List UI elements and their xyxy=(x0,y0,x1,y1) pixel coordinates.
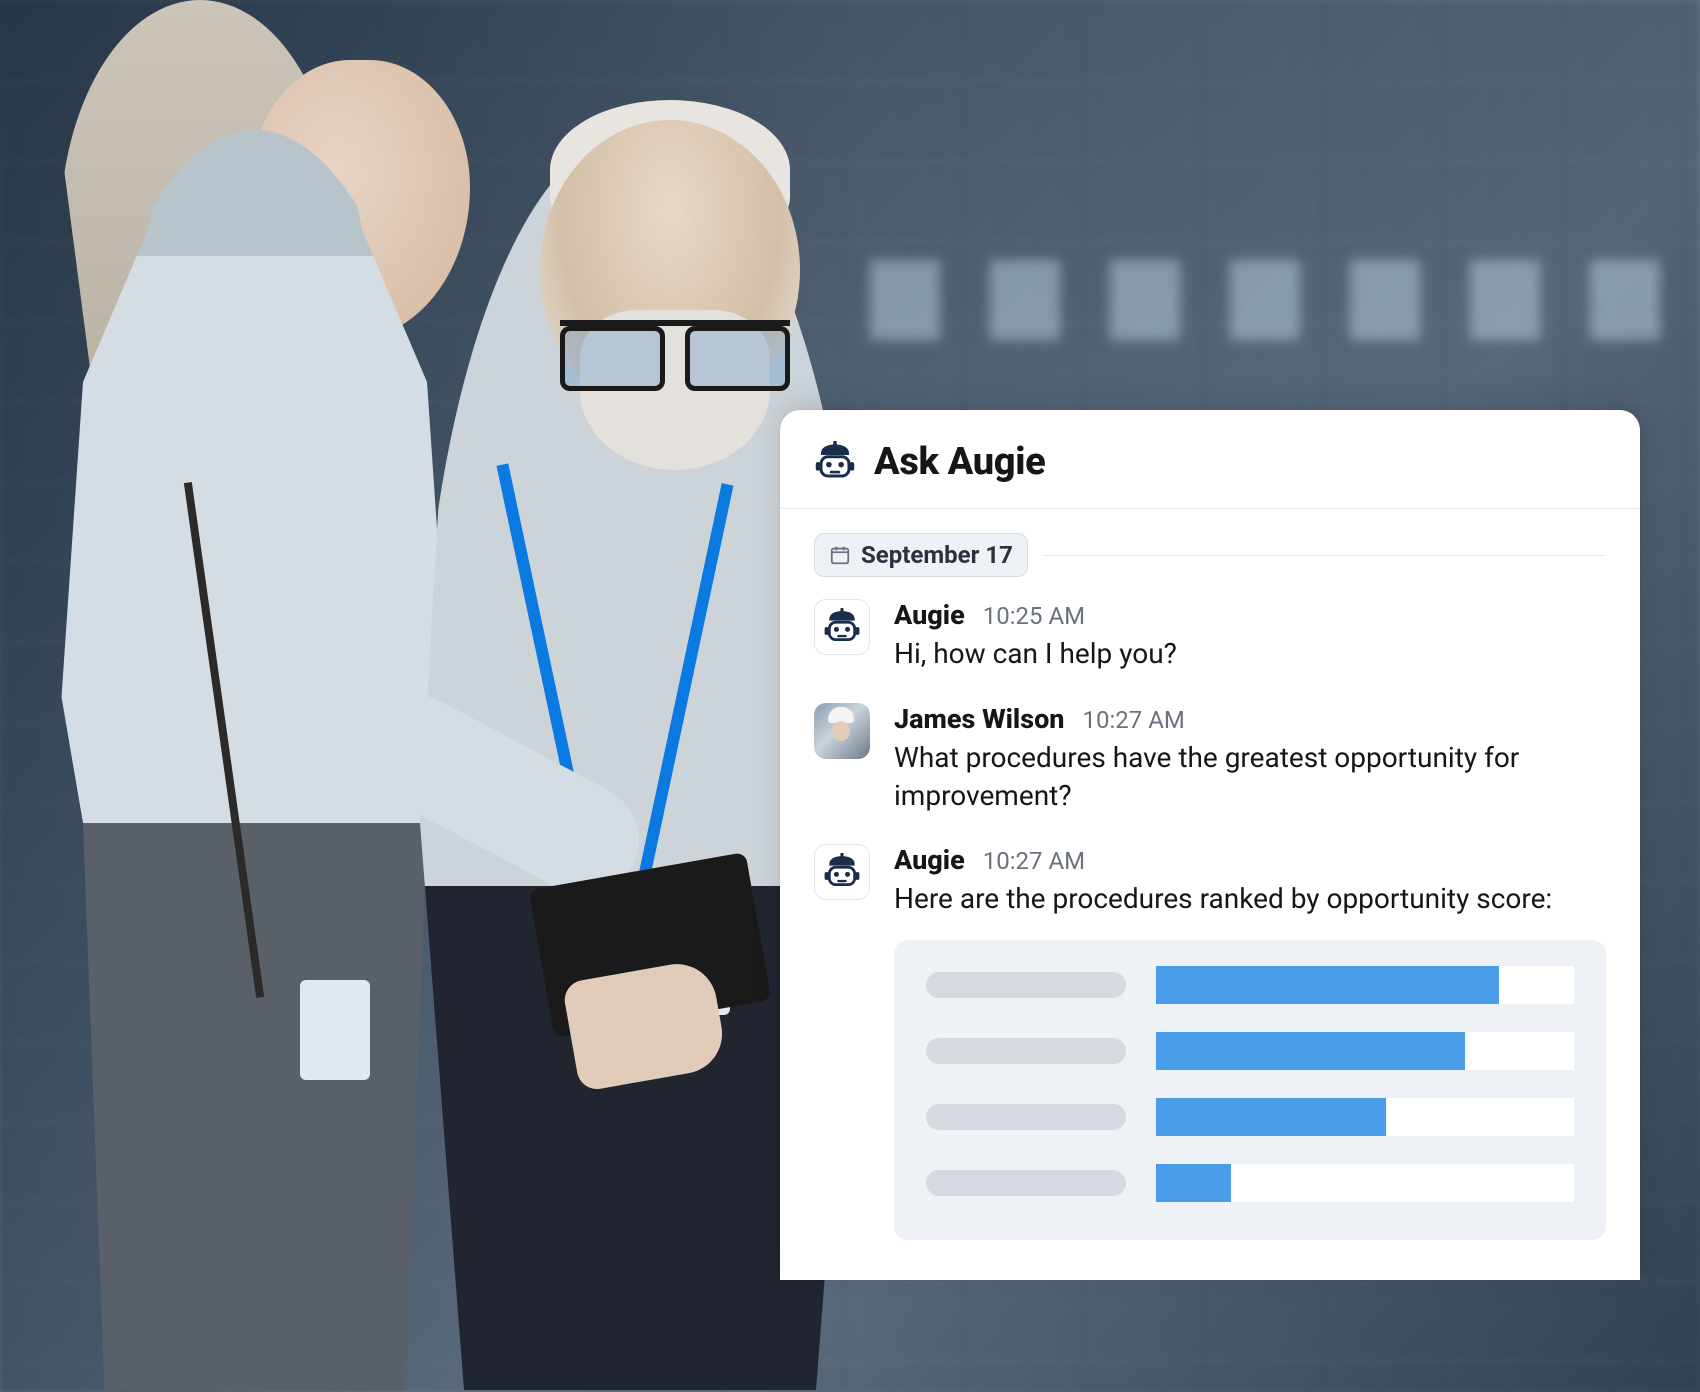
panel-title: Ask Augie xyxy=(874,440,1045,484)
message-sender: Augie xyxy=(894,844,965,876)
date-separator-row: September 17 xyxy=(780,509,1640,587)
augie-avatar-icon xyxy=(814,599,870,655)
date-label: September 17 xyxy=(861,541,1013,569)
date-chip[interactable]: September 17 xyxy=(814,533,1028,577)
message-time: 10:27 AM xyxy=(1082,706,1184,734)
chart-bar-fill xyxy=(1156,1164,1231,1202)
message-meta: Augie 10:27 AM xyxy=(894,844,1606,876)
message-list: Augie 10:25 AM Hi, how can I help you? Jame… xyxy=(780,587,1640,1240)
chart-bar-fill xyxy=(1156,1098,1386,1136)
message-text: Hi, how can I help you? xyxy=(894,635,1606,673)
chat-panel: Ask Augie September 17 Augie 10:25 AM Hi, … xyxy=(780,410,1640,1280)
augie-logo-icon xyxy=(814,441,856,483)
message-meta: James Wilson 10:27 AM xyxy=(894,703,1606,735)
chart-bar-track xyxy=(1156,966,1574,1004)
message-body: James Wilson 10:27 AM What procedures have… xyxy=(894,703,1606,815)
message-sender: Augie xyxy=(894,599,965,631)
panel-header: Ask Augie xyxy=(780,410,1640,509)
message-sender: James Wilson xyxy=(894,703,1064,735)
chart-card xyxy=(894,940,1606,1240)
user-avatar xyxy=(814,703,870,759)
chart-label-placeholder xyxy=(926,972,1126,998)
chart-bar-track xyxy=(1156,1032,1574,1070)
bg-ceiling-lights xyxy=(870,260,1700,340)
chart-label-placeholder xyxy=(926,1104,1126,1130)
chart-row xyxy=(926,1032,1574,1070)
date-rule xyxy=(1042,555,1606,556)
message-row: James Wilson 10:27 AM What procedures have… xyxy=(814,703,1606,815)
chart-bar-track xyxy=(1156,1164,1574,1202)
chart-bar-track xyxy=(1156,1098,1574,1136)
chart-label-placeholder xyxy=(926,1170,1126,1196)
chart-row xyxy=(926,966,1574,1004)
chart-row xyxy=(926,1164,1574,1202)
message-meta: Augie 10:25 AM xyxy=(894,599,1606,631)
chart-bar-fill xyxy=(1156,1032,1465,1070)
chart-row xyxy=(926,1098,1574,1136)
message-text: Here are the procedures ranked by opport… xyxy=(894,880,1606,918)
message-row: Augie 10:25 AM Hi, how can I help you? xyxy=(814,599,1606,673)
chart-label-placeholder xyxy=(926,1038,1126,1064)
message-time: 10:27 AM xyxy=(983,847,1085,875)
augie-avatar-icon xyxy=(814,844,870,900)
message-body: Augie 10:27 AM Here are the procedures ran… xyxy=(894,844,1606,1240)
photo-person-2-glasses xyxy=(560,320,790,375)
message-row: Augie 10:27 AM Here are the procedures ran… xyxy=(814,844,1606,1240)
photo-person-1-badge xyxy=(300,980,370,1080)
message-body: Augie 10:25 AM Hi, how can I help you? xyxy=(894,599,1606,673)
message-time: 10:25 AM xyxy=(983,602,1085,630)
chart-bar-fill xyxy=(1156,966,1499,1004)
message-text: What procedures have the greatest opport… xyxy=(894,739,1606,815)
calendar-icon xyxy=(829,544,851,566)
